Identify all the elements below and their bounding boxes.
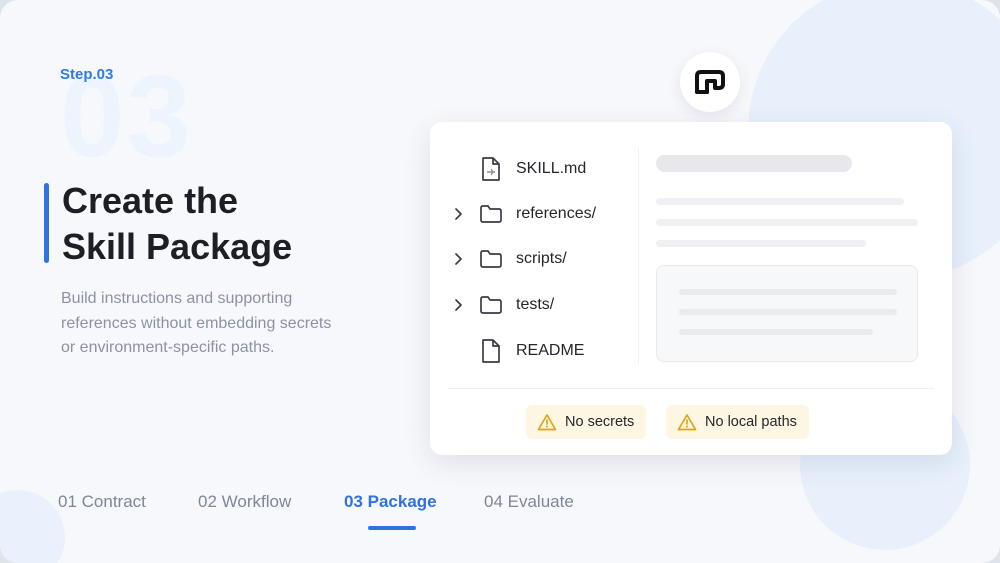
file-icon	[478, 337, 504, 365]
skeleton-preview-box	[656, 265, 918, 362]
title-accent-bar	[44, 183, 49, 263]
tree-item-readme[interactable]: README	[450, 337, 584, 365]
chevron-right-icon[interactable]	[450, 291, 466, 319]
folder-icon	[478, 245, 504, 273]
skeleton-line	[656, 240, 866, 247]
tree-item-tests[interactable]: tests/	[450, 291, 554, 319]
tree-item-label: references/	[516, 205, 597, 222]
tree-item-label: scripts/	[516, 250, 567, 267]
tree-item-references[interactable]: references/	[450, 200, 596, 228]
tab-contract[interactable]: 01 Contract	[58, 492, 146, 512]
badge-no-secrets: No secrets	[526, 405, 647, 439]
badge-label: No secrets	[565, 414, 635, 430]
skeleton-line	[679, 329, 873, 335]
tab-workflow[interactable]: 02 Workflow	[198, 492, 291, 512]
badge-label: No local paths	[705, 414, 797, 430]
title-line-1: Create the	[62, 180, 239, 221]
chevron-right-icon[interactable]	[450, 245, 466, 273]
tree-item-skill-md[interactable]: SKILL.md	[450, 155, 586, 183]
tree-item-label: SKILL.md	[516, 160, 587, 177]
tree-item-label: README	[516, 342, 585, 359]
markdown-file-icon	[478, 155, 504, 183]
skeleton-heading	[656, 155, 852, 172]
card-divider	[448, 388, 934, 389]
logo-badge	[680, 52, 740, 112]
background-circle	[0, 490, 65, 563]
tab-package[interactable]: 03 Package	[344, 492, 437, 512]
active-tab-indicator	[368, 526, 416, 530]
app-logo-icon	[695, 70, 725, 94]
skeleton-line	[656, 198, 904, 205]
skeleton-line	[656, 219, 918, 226]
badge-no-local-paths: No local paths	[666, 405, 809, 439]
tree-item-label: tests/	[516, 296, 555, 313]
skeleton-line	[679, 309, 897, 315]
warning-icon	[537, 412, 557, 432]
chevron-right-icon[interactable]	[450, 200, 466, 228]
warning-icon	[677, 412, 697, 432]
tab-evaluate[interactable]: 04 Evaluate	[484, 492, 574, 512]
title-line-2: Skill Package	[62, 226, 293, 267]
tree-item-scripts[interactable]: scripts/	[450, 245, 567, 273]
folder-icon	[478, 291, 504, 319]
folder-icon	[478, 200, 504, 228]
skeleton-line	[679, 289, 897, 295]
skill-package-card: SKILL.md references/ scripts/ tests/ REA…	[430, 122, 952, 455]
page-title: Create the Skill Package	[62, 178, 392, 270]
slide: 03 Step.03 Create the Skill Package Buil…	[0, 0, 1000, 563]
panel-divider	[638, 148, 639, 364]
page-description: Build instructions and supporting refere…	[61, 290, 332, 356]
step-label: Step.03	[60, 66, 114, 83]
